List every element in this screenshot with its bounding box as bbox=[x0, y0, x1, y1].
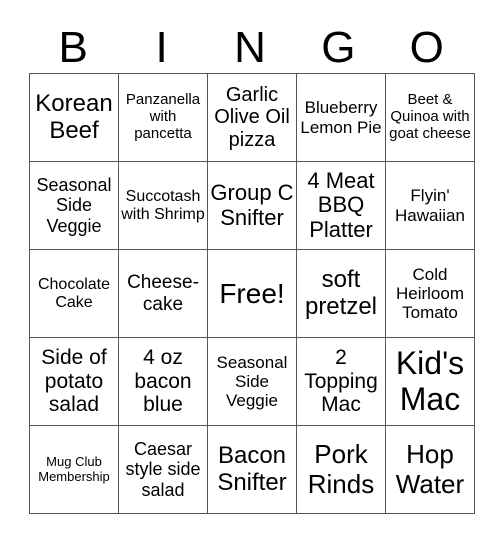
bingo-cell[interactable]: Korean Beef bbox=[29, 73, 119, 162]
bingo-cell[interactable]: Pork Rinds bbox=[296, 425, 386, 514]
free-space-cell[interactable]: Free! bbox=[207, 249, 297, 338]
header-letter-n: N bbox=[234, 23, 266, 72]
bingo-cell[interactable]: Beet & Quinoa with goat cheese bbox=[385, 73, 475, 162]
bingo-cell[interactable]: Blueberry Lemon Pie bbox=[296, 73, 386, 162]
board-row: Seasonal Side Veggie Succotash with Shri… bbox=[29, 161, 475, 250]
board-row: Mug Club Membership Caesar style side sa… bbox=[29, 425, 475, 514]
bingo-cell[interactable]: Group C Snifter bbox=[207, 161, 297, 250]
bingo-cell[interactable]: Bacon Snifter bbox=[207, 425, 297, 514]
bingo-cell[interactable]: Seasonal Side Veggie bbox=[207, 337, 297, 426]
bingo-cell[interactable]: 2 Topping Mac bbox=[296, 337, 386, 426]
header-letter-b: B bbox=[58, 23, 88, 72]
bingo-cell[interactable]: Flyin' Hawaiian bbox=[385, 161, 475, 250]
bingo-cell[interactable]: Side of potato salad bbox=[29, 337, 119, 426]
bingo-cell[interactable]: Succotash with Shrimp bbox=[118, 161, 208, 250]
bingo-cell[interactable]: Panzanella with pancetta bbox=[118, 73, 208, 162]
board-row: Side of potato salad 4 oz bacon blue Sea… bbox=[29, 337, 475, 426]
bingo-cell[interactable]: 4 Meat BBQ Platter bbox=[296, 161, 386, 250]
bingo-board: Korean Beef Panzanella with pancetta Gar… bbox=[29, 73, 475, 514]
bingo-cell[interactable]: Hop Water bbox=[385, 425, 475, 514]
bingo-cell[interactable]: Seasonal Side Veggie bbox=[29, 161, 119, 250]
bingo-cell[interactable]: soft pretzel bbox=[296, 249, 386, 338]
header-letter-g: G bbox=[321, 23, 356, 72]
header-letter-o: O bbox=[409, 23, 444, 72]
bingo-cell[interactable]: Kid's Mac bbox=[385, 337, 475, 426]
bingo-cell[interactable]: Chocolate Cake bbox=[29, 249, 119, 338]
bingo-cell[interactable]: Cheese-cake bbox=[118, 249, 208, 338]
bingo-cell[interactable]: 4 oz bacon blue bbox=[118, 337, 208, 426]
bingo-cell[interactable]: Caesar style side salad bbox=[118, 425, 208, 514]
board-row: Chocolate Cake Cheese-cake Free! soft pr… bbox=[29, 249, 475, 338]
bingo-header: B I N G O bbox=[29, 22, 471, 74]
bingo-cell[interactable]: Mug Club Membership bbox=[29, 425, 119, 514]
bingo-cell[interactable]: Garlic Olive Oil pizza bbox=[207, 73, 297, 162]
board-row: Korean Beef Panzanella with pancetta Gar… bbox=[29, 73, 475, 162]
header-letter-i: I bbox=[155, 23, 168, 72]
bingo-cell[interactable]: Cold Heirloom Tomato bbox=[385, 249, 475, 338]
